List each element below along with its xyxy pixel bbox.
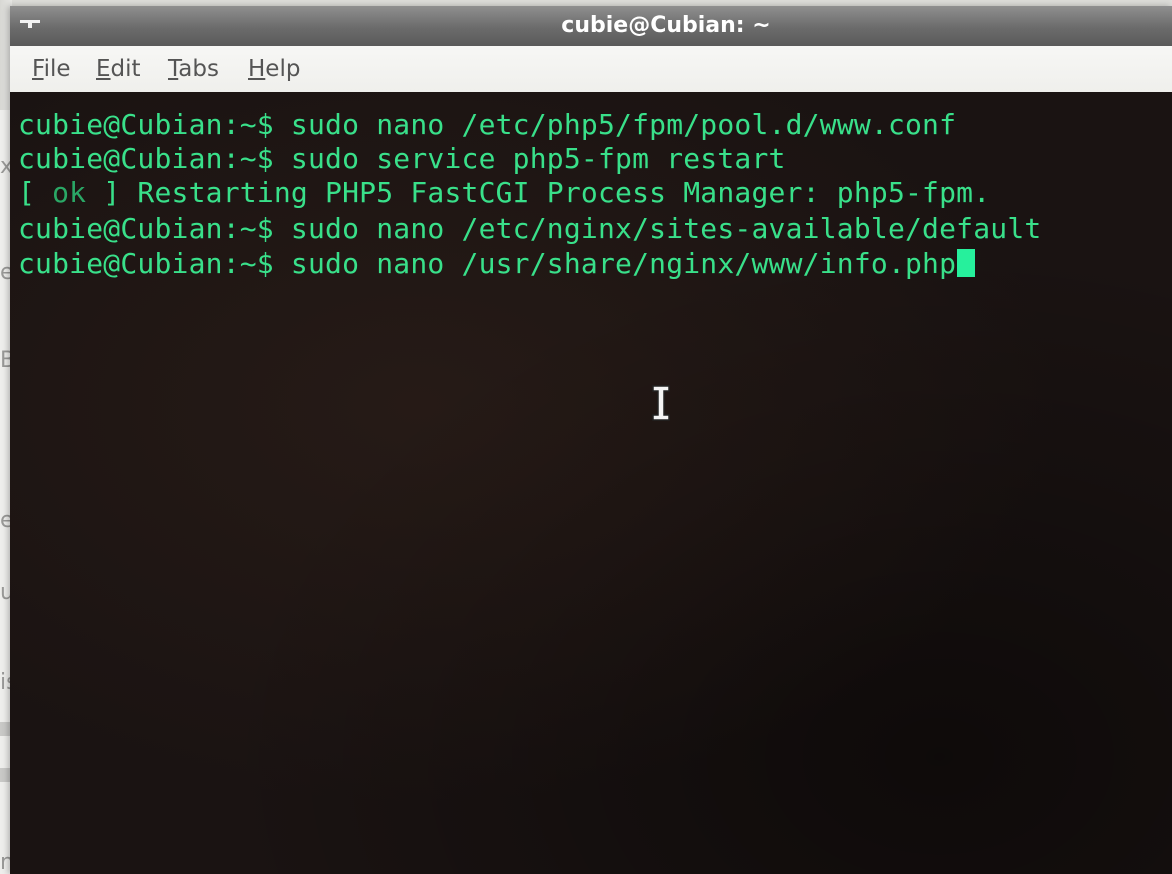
shell-command: sudo nano /usr/share/nginx/www/info.php: [273, 247, 957, 280]
shell-prompt: cubie@Cubian:~$: [18, 142, 274, 175]
menu-file[interactable]: File: [32, 46, 71, 92]
terminal-output[interactable]: cubie@Cubian:~$ sudo nano /etc/php5/fpm/…: [10, 92, 1172, 874]
menu-tabs[interactable]: Tabs: [168, 46, 219, 92]
text-cursor: [957, 249, 976, 277]
menu-edit[interactable]: Edit: [96, 46, 141, 92]
window-title: cubie@Cubian: ~: [561, 13, 771, 38]
terminal-line: cubie@Cubian:~$ sudo nano /usr/share/ngi…: [18, 247, 976, 281]
terminal-line: cubie@Cubian:~$ sudo nano /etc/nginx/sit…: [18, 212, 1041, 246]
shell-prompt: cubie@Cubian:~$: [18, 247, 274, 280]
shell-command: sudo nano /etc/nginx/sites-available/def…: [273, 212, 1042, 245]
status-ok: ok: [35, 176, 104, 209]
status-message: Restarting PHP5 FastCGI Process Manager:…: [120, 176, 991, 209]
menu-help[interactable]: Help: [248, 46, 300, 92]
shell-prompt: cubie@Cubian:~$: [18, 212, 274, 245]
terminal-window: cubie@Cubian: ~ File Edit Tabs Help cubi…: [10, 6, 1172, 874]
menu-bar: File Edit Tabs Help: [10, 46, 1172, 93]
terminal-line: [ ok ] Restarting PHP5 FastCGI Process M…: [18, 176, 990, 210]
title-bar[interactable]: cubie@Cubian: ~: [10, 6, 1172, 46]
ibeam-cursor-icon: [652, 385, 670, 421]
status-bracket-close: ]: [103, 176, 121, 209]
terminal-line: cubie@Cubian:~$ sudo nano /etc/php5/fpm/…: [18, 108, 956, 142]
shell-command: sudo service php5-fpm restart: [273, 142, 786, 175]
shell-prompt: cubie@Cubian:~$: [18, 108, 274, 141]
status-bracket-open: [: [18, 176, 36, 209]
screen: x e B ev ui is ne cubie@Cubian: ~ File E…: [0, 0, 1172, 874]
shell-command: sudo nano /etc/php5/fpm/pool.d/www.conf: [273, 108, 957, 141]
terminal-line: cubie@Cubian:~$ sudo service php5-fpm re…: [18, 142, 786, 176]
